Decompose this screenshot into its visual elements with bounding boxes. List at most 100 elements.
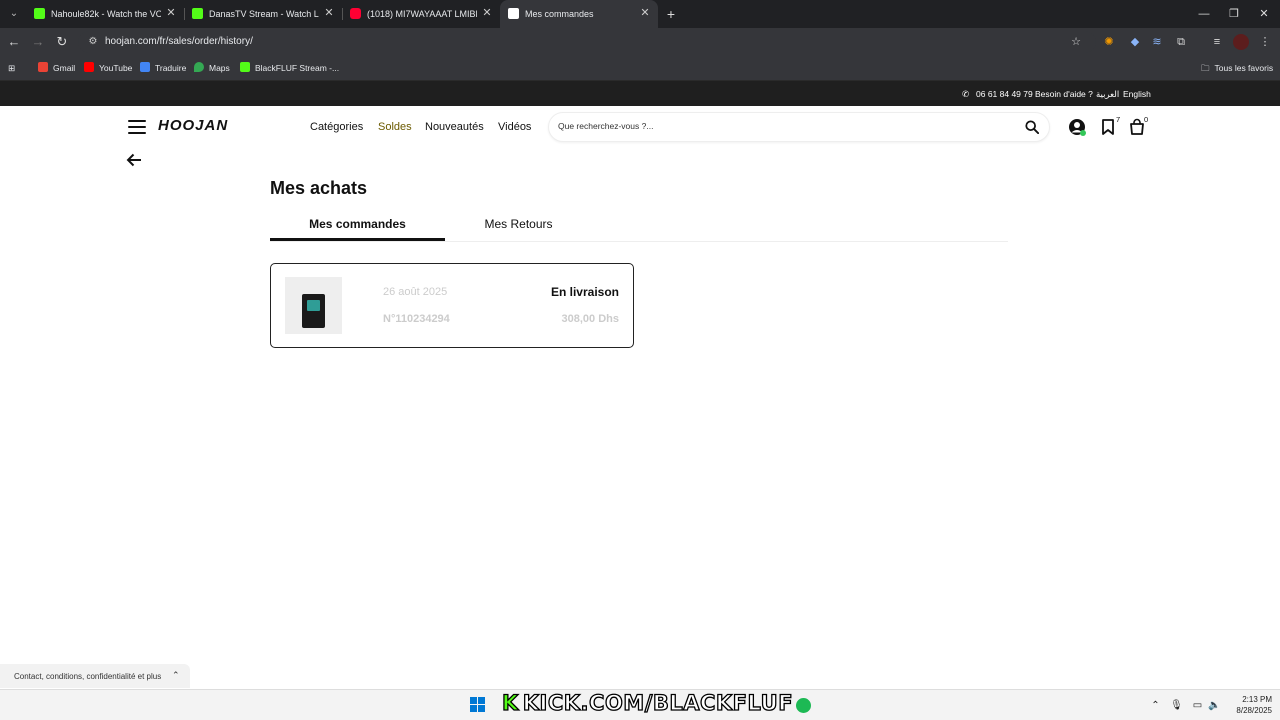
spotify-icon[interactable] [796, 698, 811, 713]
active-tab-indicator [270, 238, 445, 241]
system-clock[interactable]: 2:13 PM 8/28/2025 [1226, 694, 1272, 716]
youtube-favicon-icon [350, 8, 361, 19]
bookmark-label: Tous les favoris [1214, 63, 1274, 73]
purchase-tabs: Mes commandes Mes Retours [270, 210, 1008, 242]
browser-tab-1[interactable]: Nahoule82k - Watch the VOD o ✕ [26, 0, 184, 28]
stream-overlay-banner: K KICK.COM/BLACKFLUF [501, 690, 793, 717]
network-icon[interactable]: ▭ [1191, 699, 1204, 712]
youtube-icon [84, 62, 94, 72]
close-tab-icon[interactable]: ✕ [638, 6, 652, 20]
browser-toolbar: ← → ↻ ⚙ hoojan.com/fr/sales/order/histor… [0, 28, 1280, 56]
browser-tabstrip: ⌄ Nahoule82k - Watch the VOD o ✕ DanasTV… [0, 0, 1280, 28]
bookmark-blackfluf[interactable]: BlackFLUF Stream -... [240, 61, 339, 75]
search-icon[interactable] [1025, 120, 1039, 134]
kick-favicon-icon [192, 8, 203, 19]
wishlist-count: 7 [1116, 115, 1121, 124]
volume-icon[interactable]: 🔈 [1208, 699, 1221, 712]
url-text[interactable]: hoojan.com/fr/sales/order/history/ [105, 36, 253, 47]
phone-icon: ✆ [962, 89, 970, 99]
nav-nouveautes[interactable]: Nouveautés [425, 121, 484, 133]
cart-count: 0 [1144, 115, 1149, 124]
close-tab-icon[interactable]: ✕ [480, 6, 494, 20]
product-bag-image [302, 294, 325, 328]
bookmark-gmail[interactable]: Gmail [38, 61, 75, 75]
back-arrow-icon[interactable]: ← [6, 34, 22, 50]
tab-title: Nahoule82k - Watch the VOD o [51, 9, 161, 19]
footer-links-toggle[interactable]: Contact, conditions, confidentialité et … [0, 664, 190, 688]
lang-english-link[interactable]: English [1123, 89, 1151, 99]
bookmark-youtube[interactable]: YouTube [84, 61, 132, 75]
order-price: 308,00 Dhs [561, 313, 619, 325]
folder-icon: 🗀 [1201, 63, 1210, 73]
site-logo[interactable]: HOOJAN [158, 117, 228, 134]
minimize-icon[interactable]: — [1196, 6, 1212, 22]
gmail-icon [38, 62, 48, 72]
nav-soldes[interactable]: Soldes [378, 121, 412, 133]
bookmark-label: Maps [209, 63, 230, 73]
wishlist-bookmark-icon[interactable] [1099, 118, 1117, 136]
new-tab-plus-icon[interactable]: + [663, 6, 679, 22]
forward-arrow-icon[interactable]: → [30, 34, 46, 50]
order-date: 26 août 2025 [383, 286, 448, 298]
tab-title: Mes commandes [525, 9, 594, 19]
phone-number[interactable]: 06 61 84 49 79 [976, 89, 1033, 99]
bookmark-maps[interactable]: Maps [194, 61, 230, 75]
tray-chevron-up-icon[interactable]: ⌃ [1149, 699, 1162, 712]
extension-shield-icon[interactable]: ◆ [1127, 34, 1143, 50]
site-topbar: ✆ 06 61 84 49 79 Besoin d'aide ? العربية… [0, 81, 1280, 106]
tab-title: (1018) MI7WAYAAAT LMIBKA [367, 9, 477, 19]
apps-grid-icon[interactable]: ⊞ [8, 61, 15, 75]
maps-pin-icon [194, 62, 204, 72]
address-bar[interactable]: ⚙ hoojan.com/fr/sales/order/history/ [78, 31, 1096, 53]
order-number: N°110234294 [383, 313, 450, 325]
tab-search-chevron-icon[interactable]: ⌄ [6, 6, 22, 22]
extensions-puzzle-icon[interactable]: ⧉ [1173, 34, 1189, 50]
bookmark-traduire[interactable]: Traduire [140, 61, 186, 75]
chevron-up-icon: ⌃ [172, 670, 180, 680]
browser-tab-4-active[interactable]: Mes commandes ✕ [500, 0, 658, 28]
kick-logo-letter: K [501, 690, 519, 715]
profile-avatar-icon[interactable] [1233, 34, 1249, 50]
hamburger-menu-icon[interactable] [128, 120, 146, 134]
microphone-icon[interactable]: 🎙 [1170, 699, 1183, 712]
close-tab-icon[interactable]: ✕ [164, 6, 178, 20]
reload-icon[interactable]: ↻ [54, 34, 70, 50]
product-thumbnail [285, 277, 342, 334]
site-info-icon[interactable]: ⚙ [86, 35, 100, 49]
windows-taskbar: K KICK.COM/BLACKFLUF ⌃ 🎙 ▭ 🔈 2:13 PM 8/28… [0, 689, 1280, 720]
reading-list-icon[interactable]: ≡ [1209, 34, 1225, 50]
clock-time: 2:13 PM [1242, 695, 1272, 704]
all-bookmarks-folder[interactable]: 🗀 Tous les favoris [1201, 61, 1273, 75]
clock-date: 8/28/2025 [1236, 706, 1272, 715]
browser-tab-3[interactable]: (1018) MI7WAYAAAT LMIBKA ✕ [342, 0, 500, 28]
help-link[interactable]: Besoin d'aide ? [1035, 89, 1093, 99]
translate-icon [140, 62, 150, 72]
order-status: En livraison [550, 285, 619, 299]
extension-wave-icon[interactable]: ≋ [1149, 34, 1165, 50]
nav-categories[interactable]: Catégories [310, 121, 363, 133]
extension-icon[interactable]: ✺ [1101, 34, 1117, 50]
nav-videos[interactable]: Vidéos [498, 121, 531, 133]
lang-arabic-link[interactable]: العربية [1096, 89, 1119, 100]
kick-icon [240, 62, 250, 72]
search-input[interactable] [558, 121, 998, 131]
close-window-icon[interactable]: ✕ [1256, 6, 1272, 22]
bookmark-label: Gmail [53, 63, 76, 73]
browser-tab-2[interactable]: DanasTV Stream - Watch Live o ✕ [184, 0, 342, 28]
restore-icon[interactable]: ❐ [1226, 6, 1242, 22]
tab-mes-retours[interactable]: Mes Retours [431, 217, 606, 231]
close-tab-icon[interactable]: ✕ [322, 6, 336, 20]
bookmark-star-icon[interactable]: ☆ [1068, 34, 1084, 50]
page-title: Mes achats [270, 178, 368, 198]
hoojan-favicon-icon [508, 8, 519, 19]
site-header: HOOJAN Catégories Soldes Nouveautés Vidé… [0, 106, 1280, 150]
bookmark-label: Traduire [155, 63, 187, 73]
bookmark-label: BlackFLUF Stream -... [255, 63, 340, 73]
user-account-icon[interactable] [1068, 118, 1086, 136]
footer-link-text: Contact, conditions, confidentialité et … [14, 672, 162, 681]
back-arrow-icon[interactable] [126, 153, 142, 167]
windows-start-icon[interactable] [470, 697, 486, 713]
browser-menu-icon[interactable]: ⋮ [1257, 34, 1273, 50]
tab-mes-commandes[interactable]: Mes commandes [270, 217, 445, 231]
order-card[interactable]: 26 août 2025 N°110234294 En livraison 30… [270, 263, 634, 348]
